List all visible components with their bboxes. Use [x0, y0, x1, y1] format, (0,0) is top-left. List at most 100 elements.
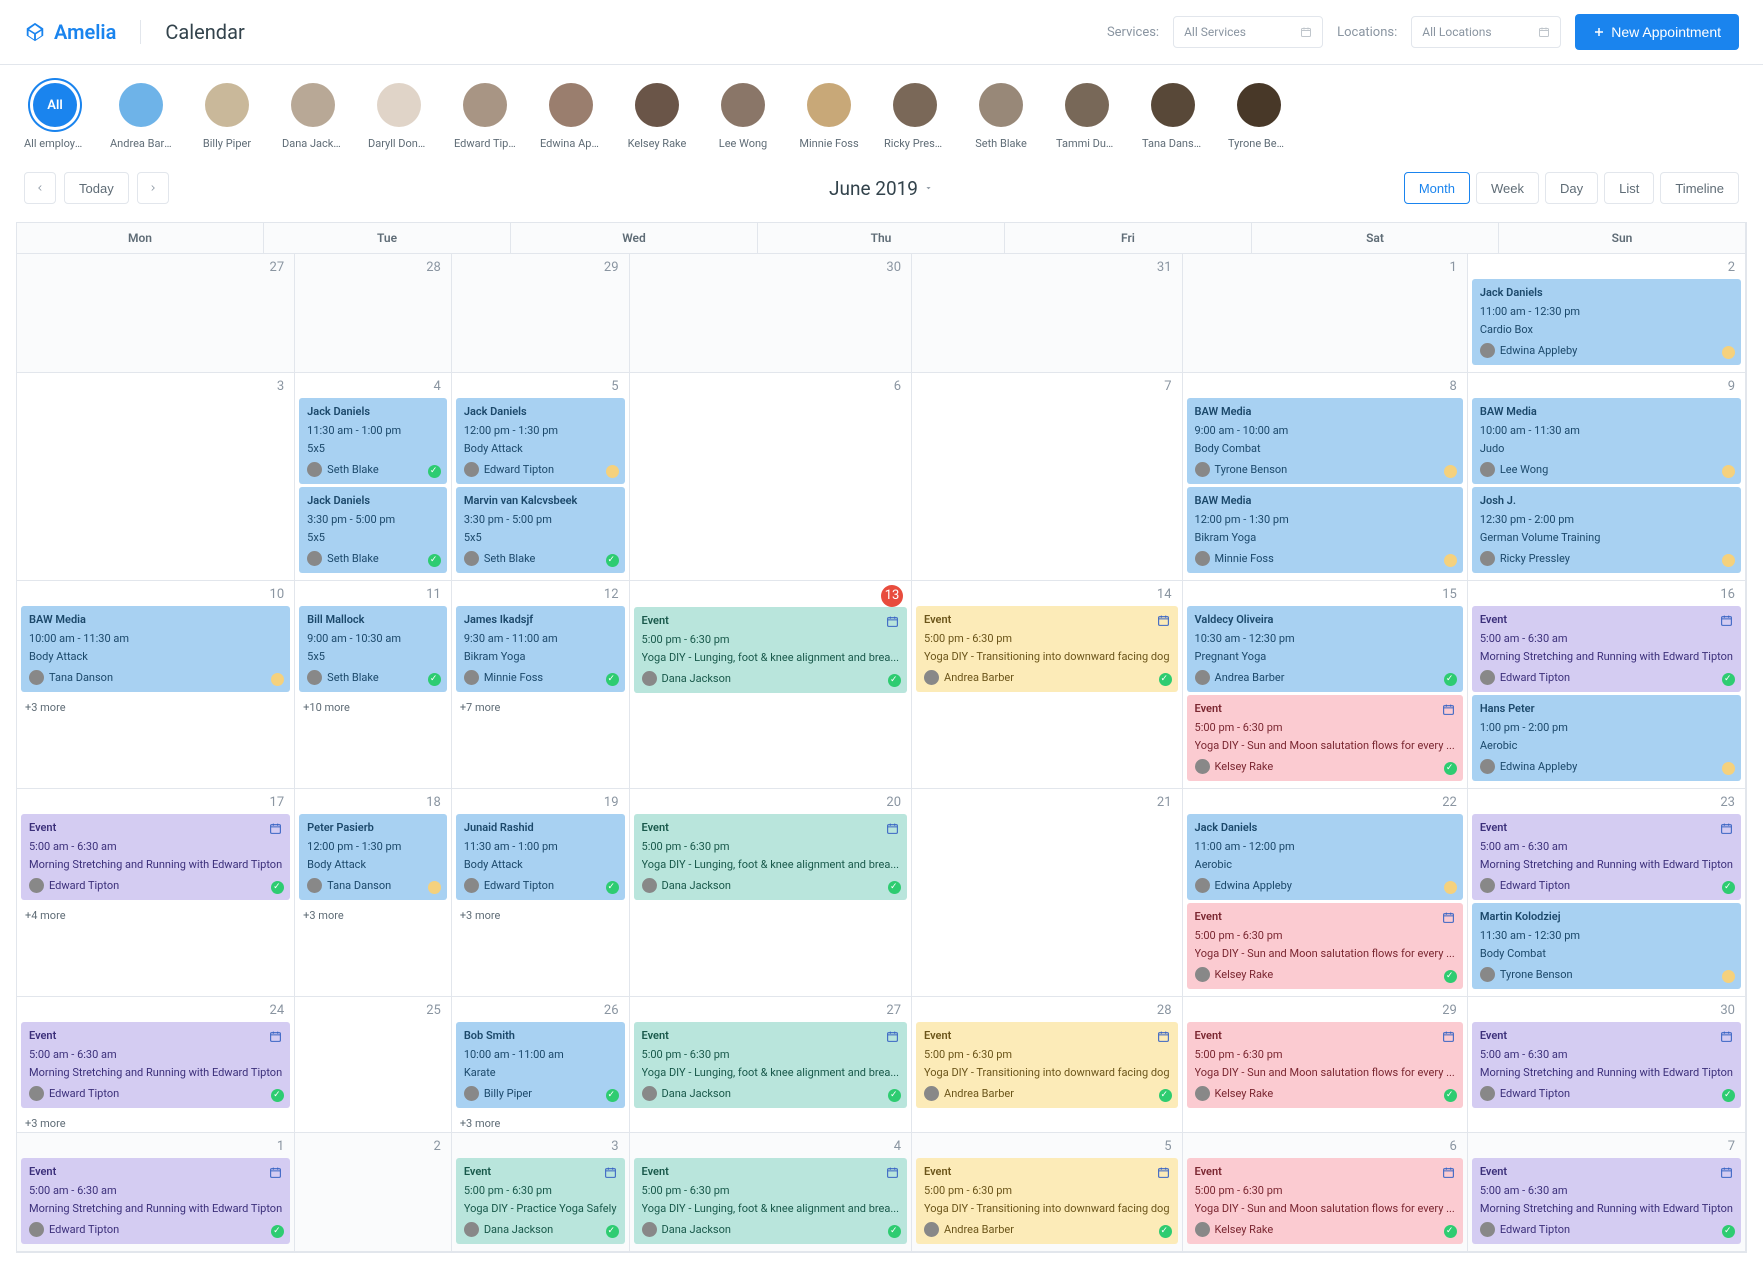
calendar-event[interactable]: Event5:00 pm - 6:30 pmYoga DIY - Practic… — [456, 1158, 625, 1244]
calendar-cell[interactable]: 20Event5:00 pm - 6:30 pmYoga DIY - Lungi… — [630, 789, 913, 997]
new-appointment-button[interactable]: New Appointment — [1575, 14, 1739, 50]
calendar-cell[interactable]: 25 — [295, 997, 452, 1133]
calendar-cell[interactable]: 9BAW Media10:00 am - 11:30 amJudoLee Won… — [1468, 373, 1746, 581]
calendar-event[interactable]: Peter Pasierb12:00 pm - 1:30 pmBody Atta… — [299, 814, 447, 900]
calendar-cell[interactable]: 21 — [912, 789, 1182, 997]
today-button[interactable]: Today — [64, 172, 129, 204]
more-events-link[interactable]: +3 more — [295, 907, 451, 924]
more-events-link[interactable]: +3 more — [17, 699, 294, 716]
calendar-cell[interactable]: 31 — [912, 254, 1182, 373]
calendar-cell[interactable]: 6Event5:00 pm - 6:30 pmYoga DIY - Sun an… — [1183, 1133, 1468, 1252]
calendar-event[interactable]: Event5:00 am - 6:30 amMorning Stretching… — [1472, 1022, 1741, 1108]
calendar-cell[interactable]: 2Jack Daniels11:00 am - 12:30 pmCardio B… — [1468, 254, 1746, 373]
calendar-cell[interactable]: 10BAW Media10:00 am - 11:30 amBody Attac… — [17, 581, 295, 789]
calendar-cell[interactable]: 4Event5:00 pm - 6:30 pmYoga DIY - Lungin… — [630, 1133, 913, 1252]
next-button[interactable] — [137, 172, 169, 204]
view-tab-list[interactable]: List — [1604, 172, 1654, 204]
more-events-link[interactable]: +7 more — [452, 699, 629, 716]
calendar-cell[interactable]: 13Event5:00 pm - 6:30 pmYoga DIY - Lungi… — [630, 581, 913, 789]
calendar-event[interactable]: Bob Smith10:00 am - 11:00 amKarateBilly … — [456, 1022, 625, 1108]
calendar-event[interactable]: BAW Media9:00 am - 10:00 amBody CombatTy… — [1187, 398, 1463, 484]
calendar-event[interactable]: Martin Kolodziej11:30 am - 12:30 pmBody … — [1472, 903, 1741, 989]
employee-edwina-appl-[interactable]: Edwina Appl... — [540, 83, 602, 150]
employee-seth-blake[interactable]: Seth Blake — [970, 83, 1032, 150]
calendar-cell[interactable]: 3 — [17, 373, 295, 581]
calendar-event[interactable]: Event5:00 am - 6:30 amMorning Stretching… — [1472, 1158, 1741, 1244]
calendar-event[interactable]: Event5:00 am - 6:30 amMorning Stretching… — [21, 1158, 290, 1244]
calendar-event[interactable]: Event5:00 pm - 6:30 pmYoga DIY - Transit… — [916, 1158, 1177, 1244]
employee-tammi-dukes[interactable]: Tammi Dukes — [1056, 83, 1118, 150]
employee-minnie-foss[interactable]: Minnie Foss — [798, 83, 860, 150]
calendar-event[interactable]: Jack Daniels11:00 am - 12:00 pmAerobicEd… — [1187, 814, 1463, 900]
calendar-cell[interactable]: 11Bill Mallock9:00 am - 10:30 am5x5Seth … — [295, 581, 452, 789]
calendar-cell[interactable]: 7Event5:00 am - 6:30 amMorning Stretchin… — [1468, 1133, 1746, 1252]
calendar-event[interactable]: BAW Media10:00 am - 11:30 amBody AttackT… — [21, 606, 290, 692]
calendar-cell[interactable]: 23Event5:00 am - 6:30 amMorning Stretchi… — [1468, 789, 1746, 997]
calendar-event[interactable]: Jack Daniels11:00 am - 12:30 pmCardio Bo… — [1472, 279, 1741, 365]
calendar-event[interactable]: Event5:00 pm - 6:30 pmYoga DIY - Lunging… — [634, 1022, 908, 1108]
calendar-event[interactable]: Event5:00 pm - 6:30 pmYoga DIY - Transit… — [916, 1022, 1177, 1108]
calendar-event[interactable]: Event5:00 am - 6:30 amMorning Stretching… — [1472, 814, 1741, 900]
calendar-cell[interactable]: 7 — [912, 373, 1182, 581]
calendar-cell[interactable]: 12James Ikadsjf9:30 am - 11:00 amBikram … — [452, 581, 630, 789]
employee-kelsey-rake[interactable]: Kelsey Rake — [626, 83, 688, 150]
calendar-cell[interactable]: 5Jack Daniels12:00 pm - 1:30 pmBody Atta… — [452, 373, 630, 581]
calendar-cell[interactable]: 18Peter Pasierb12:00 pm - 1:30 pmBody At… — [295, 789, 452, 997]
employee-ricky-pressley[interactable]: Ricky Pressley — [884, 83, 946, 150]
calendar-event[interactable]: Event5:00 pm - 6:30 pmYoga DIY - Lunging… — [634, 1158, 908, 1244]
more-events-link[interactable]: +10 more — [295, 699, 451, 716]
calendar-event[interactable]: Event5:00 am - 6:30 amMorning Stretching… — [1472, 606, 1741, 692]
calendar-cell[interactable]: 24Event5:00 am - 6:30 amMorning Stretchi… — [17, 997, 295, 1133]
calendar-event[interactable]: Event5:00 pm - 6:30 pmYoga DIY - Sun and… — [1187, 903, 1463, 989]
calendar-event[interactable]: Valdecy Oliveira10:30 am - 12:30 pmPregn… — [1187, 606, 1463, 692]
calendar-cell[interactable]: 22Jack Daniels11:00 am - 12:00 pmAerobic… — [1183, 789, 1468, 997]
services-select[interactable]: All Services — [1173, 16, 1323, 48]
locations-select[interactable]: All Locations — [1411, 16, 1561, 48]
calendar-cell[interactable]: 19Junaid Rashid11:30 am - 1:00 pmBody At… — [452, 789, 630, 997]
calendar-cell[interactable]: 2 — [295, 1133, 452, 1252]
calendar-cell[interactable]: 27Event5:00 pm - 6:30 pmYoga DIY - Lungi… — [630, 997, 913, 1133]
employee-lee-wong[interactable]: Lee Wong — [712, 83, 774, 150]
calendar-event[interactable]: Jack Daniels3:30 pm - 5:00 pm5x5Seth Bla… — [299, 487, 447, 573]
view-tab-month[interactable]: Month — [1404, 172, 1470, 204]
calendar-event[interactable]: Hans Peter1:00 pm - 2:00 pmAerobicEdwina… — [1472, 695, 1741, 781]
view-tab-day[interactable]: Day — [1545, 172, 1598, 204]
employee-tana-danson[interactable]: Tana Danson — [1142, 83, 1204, 150]
calendar-cell[interactable]: 26Bob Smith10:00 am - 11:00 amKarateBill… — [452, 997, 630, 1133]
calendar-event[interactable]: Event5:00 pm - 6:30 pmYoga DIY - Sun and… — [1187, 1022, 1463, 1108]
calendar-event[interactable]: Jack Daniels11:30 am - 1:00 pm5x5Seth Bl… — [299, 398, 447, 484]
calendar-cell[interactable]: 4Jack Daniels11:30 am - 1:00 pm5x5Seth B… — [295, 373, 452, 581]
calendar-event[interactable]: Event5:00 am - 6:30 amMorning Stretching… — [21, 814, 290, 900]
calendar-event[interactable]: Bill Mallock9:00 am - 10:30 am5x5Seth Bl… — [299, 606, 447, 692]
calendar-event[interactable]: Event5:00 pm - 6:30 pmYoga DIY - Lunging… — [634, 814, 908, 900]
calendar-cell[interactable]: 30Event5:00 am - 6:30 amMorning Stretchi… — [1468, 997, 1746, 1133]
calendar-event[interactable]: Junaid Rashid11:30 am - 1:00 pmBody Atta… — [456, 814, 625, 900]
calendar-cell[interactable]: 29Event5:00 pm - 6:30 pmYoga DIY - Sun a… — [1183, 997, 1468, 1133]
calendar-cell[interactable]: 6 — [630, 373, 913, 581]
view-tab-timeline[interactable]: Timeline — [1660, 172, 1739, 204]
calendar-cell[interactable]: 28Event5:00 pm - 6:30 pmYoga DIY - Trans… — [912, 997, 1182, 1133]
calendar-event[interactable]: Event5:00 pm - 6:30 pmYoga DIY - Transit… — [916, 606, 1177, 692]
calendar-cell[interactable]: 28 — [295, 254, 452, 373]
prev-button[interactable] — [24, 172, 56, 204]
calendar-event[interactable]: BAW Media12:00 pm - 1:30 pmBikram YogaMi… — [1187, 487, 1463, 573]
brand-logo[interactable]: Amelia — [24, 20, 116, 44]
calendar-cell[interactable]: 1 — [1183, 254, 1468, 373]
employee-daryll-donov-[interactable]: Daryll Donov... — [368, 83, 430, 150]
employee-all-employees[interactable]: AllAll employees — [24, 83, 86, 150]
calendar-event[interactable]: Jack Daniels12:00 pm - 1:30 pmBody Attac… — [456, 398, 625, 484]
date-title[interactable]: June 2019 — [829, 177, 934, 200]
calendar-cell[interactable]: 29 — [452, 254, 630, 373]
calendar-cell[interactable]: 30 — [630, 254, 913, 373]
calendar-event[interactable]: BAW Media10:00 am - 11:30 amJudoLee Wong — [1472, 398, 1741, 484]
calendar-cell[interactable]: 1Event5:00 am - 6:30 amMorning Stretchin… — [17, 1133, 295, 1252]
calendar-event[interactable]: Event5:00 am - 6:30 amMorning Stretching… — [21, 1022, 290, 1108]
calendar-event[interactable]: James Ikadsjf9:30 am - 11:00 amBikram Yo… — [456, 606, 625, 692]
calendar-event[interactable]: Event5:00 pm - 6:30 pmYoga DIY - Sun and… — [1187, 1158, 1463, 1244]
calendar-cell[interactable]: 16Event5:00 am - 6:30 amMorning Stretchi… — [1468, 581, 1746, 789]
calendar-cell[interactable]: 17Event5:00 am - 6:30 amMorning Stretchi… — [17, 789, 295, 997]
more-events-link[interactable]: +4 more — [17, 907, 294, 924]
calendar-cell[interactable]: 5Event5:00 pm - 6:30 pmYoga DIY - Transi… — [912, 1133, 1182, 1252]
calendar-cell[interactable]: 27 — [17, 254, 295, 373]
view-tab-week[interactable]: Week — [1476, 172, 1539, 204]
